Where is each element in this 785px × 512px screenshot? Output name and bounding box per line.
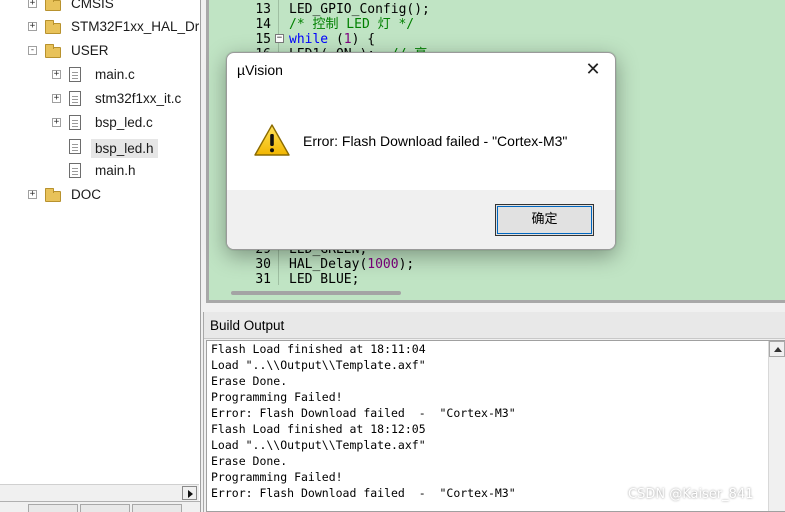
code-text: /* 控制 LED 灯 */ (289, 17, 415, 32)
tree-node-label: CMSIS (71, 0, 114, 11)
tree-horizontal-scrollbar[interactable] (0, 484, 199, 501)
watermark: CSDN @Kaiser_841 (628, 487, 754, 502)
code-text: LED_GPIO_Config(); (289, 2, 430, 17)
fold-toggle-icon[interactable]: − (275, 34, 284, 43)
dialog-content: Error: Flash Download failed - "Cortex-M… (227, 89, 615, 189)
log-line: Erase Done. (211, 454, 288, 468)
tree-node[interactable]: + main.c (0, 64, 200, 86)
tree-node[interactable]: + CMSIS (0, 0, 200, 15)
folder-icon (45, 0, 61, 11)
tree-node[interactable]: - USER (0, 40, 200, 62)
open-folder-icon (45, 44, 61, 58)
file-icon (69, 115, 81, 130)
tab-books[interactable] (80, 504, 130, 512)
code-line[interactable]: 13 LED_GPIO_Config(); (209, 2, 785, 17)
editor-horizontal-scrollbar[interactable] (209, 285, 785, 300)
file-icon (69, 163, 81, 178)
line-number: 13 (255, 2, 271, 17)
log-line: Programming Failed! (211, 470, 343, 484)
scroll-right-arrow-icon[interactable] (182, 486, 197, 500)
tree-node-label: main.c (95, 67, 135, 82)
dialog-message: Error: Flash Download failed - "Cortex-M… (303, 133, 568, 149)
tree-tab-strip (0, 501, 200, 512)
tree-node-label: STM32F1xx_HAL_Dri (71, 19, 201, 34)
log-line: Flash Load finished at 18:11:04 (211, 342, 426, 356)
code-text: while (1) { (289, 32, 376, 47)
tree-node-label: main.h (95, 163, 136, 178)
folder-icon (45, 20, 61, 34)
tree-node-label: bsp_led.c (95, 115, 153, 130)
expand-icon[interactable]: + (28, 22, 37, 31)
log-line: Error: Flash Download failed - "Cortex-M… (211, 486, 516, 500)
line-number: 14 (255, 17, 271, 32)
expand-icon[interactable]: + (28, 0, 37, 8)
project-tree: + CMSIS + STM32F1xx_HAL_Dri - USER + main.c + stm… (0, 0, 201, 512)
line-number: 15 (255, 32, 271, 47)
tab-project[interactable] (28, 504, 78, 512)
tree-node[interactable]: main.h (0, 160, 200, 182)
tree-node-label: USER (71, 43, 109, 58)
log-line: Load "..\\Output\\Template.axf" (211, 358, 426, 372)
close-icon[interactable]: ✕ (579, 59, 607, 83)
log-line: Programming Failed! (211, 390, 343, 404)
expand-icon[interactable]: + (52, 70, 61, 79)
tab-functions[interactable] (132, 504, 182, 512)
tree-node[interactable]: + STM32F1xx_HAL_Dri (0, 16, 200, 38)
expand-icon[interactable]: + (52, 94, 61, 103)
build-output-header: Build Output (204, 312, 785, 339)
dialog-footer: 确定 (227, 190, 615, 249)
log-line: Erase Done. (211, 374, 288, 388)
file-icon (69, 139, 81, 154)
code-line[interactable]: 30 HAL_Delay(1000); (209, 257, 785, 272)
tree-node[interactable]: + DOC (0, 184, 200, 206)
tree-node-label: bsp_led.h (91, 139, 158, 158)
code-line[interactable]: 14 /* 控制 LED 灯 */ (209, 17, 785, 32)
code-text: HAL_Delay(1000); (289, 257, 415, 272)
code-line[interactable]: 15− while (1) { (209, 32, 785, 47)
error-dialog: µVision ✕ Error: Flash Download failed -… (226, 52, 616, 250)
build-output-title: Build Output (210, 318, 285, 333)
tree-node[interactable]: + bsp_led.c (0, 112, 200, 134)
tree-node[interactable]: bsp_led.h (0, 136, 200, 158)
file-icon (69, 67, 81, 82)
expand-icon[interactable]: + (52, 118, 61, 127)
tree-node-label: stm32f1xx_it.c (95, 91, 182, 106)
expand-icon[interactable]: + (28, 190, 37, 199)
tree-node[interactable]: + stm32f1xx_it.c (0, 88, 200, 110)
folder-icon (45, 188, 61, 202)
ok-button[interactable]: 确定 (495, 204, 594, 236)
collapse-icon[interactable]: - (28, 46, 37, 55)
line-number: 30 (255, 257, 271, 272)
warning-icon (254, 124, 290, 156)
tree-node-label: DOC (71, 187, 101, 202)
scroll-up-arrow-icon[interactable] (769, 341, 785, 357)
build-vertical-scrollbar[interactable] (768, 341, 785, 511)
log-line: Load "..\\Output\\Template.axf" (211, 438, 426, 452)
build-output-panel: Build Output Flash Load finished at 18:1… (203, 312, 785, 512)
log-line: Flash Load finished at 18:12:05 (211, 422, 426, 436)
dialog-title: µVision (237, 62, 283, 78)
editor-scroll-thumb[interactable] (231, 291, 401, 295)
file-icon (69, 91, 81, 106)
log-line: Error: Flash Download failed - "Cortex-M… (211, 406, 516, 420)
